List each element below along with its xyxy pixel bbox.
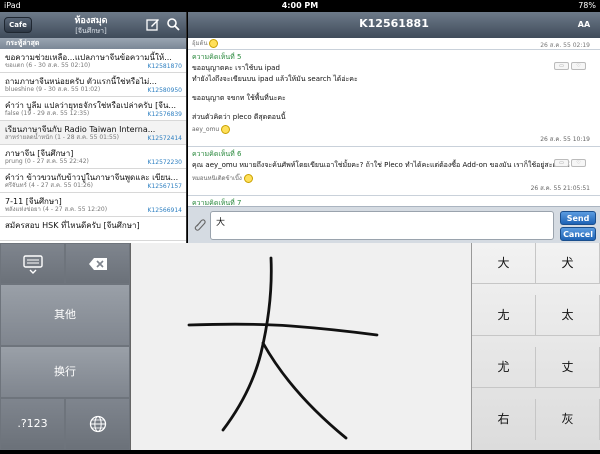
comment-line: คุณ aey_omu หมายถึงจะค้นศัพท์โดยเขียนเอา…	[192, 161, 570, 169]
paperclip-icon[interactable]	[194, 218, 206, 232]
message-list: อุ้มต้น 26 ส.ค. 55 02:19 ความคิดเห็นที่ …	[188, 38, 600, 206]
thread-item[interactable]: 7-11 [จีนศึกษา] พลังแห่งข่อยา (4 - 27 ส.…	[0, 193, 186, 217]
comment-line: ขออนุญาตคะ เราใช้บน ipad	[192, 64, 280, 72]
vote-icon[interactable]: ♡	[571, 62, 586, 70]
search-icon[interactable]	[166, 17, 180, 31]
candidate-char[interactable]: 灰	[536, 399, 600, 440]
thread-meta: false (19 - 29 ส.ค. 55 12:35)	[5, 110, 90, 117]
thread-id: K12567157	[147, 183, 182, 190]
thread-id: K12572230	[147, 159, 182, 166]
comment-user-row: หมอนหนิเติดข้าเบิ๊ง	[192, 173, 596, 183]
thread-meta: blueshine (9 - 30 ส.ค. 55 01:02)	[5, 86, 101, 93]
comment-date: 26 ส.ค. 55 21:05:51	[530, 185, 590, 192]
right-nav-bar: K12561881 AA	[188, 12, 600, 38]
handwriting-canvas[interactable]	[130, 243, 472, 450]
thread-list: ขอความช่วยเหลือ...แปลภาษาจีนข้อความนี้ให…	[0, 49, 186, 241]
comment-line: ส่วนตัวคิดว่า pleco ดีสุดตอนนี้	[192, 113, 286, 121]
handwriting-keyboard: 其他 换行 .?123 大 犬 尢 太 尤 丈 右 灰	[0, 243, 600, 450]
battery-label: 78%	[578, 1, 596, 10]
hide-keyboard-key[interactable]	[0, 243, 65, 284]
comment-line: ทำยังไงถึงจะเขียนบน ipad แล้วให้มัน sear…	[192, 75, 358, 83]
thread-id: K12572414	[147, 135, 182, 142]
status-bar: iPad 4:00 PM 78%	[0, 0, 600, 12]
keyboard-function-keys: 其他 换行 .?123	[0, 243, 130, 450]
globe-key[interactable]	[65, 398, 130, 450]
candidate-char[interactable]: 丈	[536, 347, 600, 388]
delete-icon	[88, 258, 107, 270]
reply-icon[interactable]: ▭	[554, 62, 569, 70]
comment: ความคิดเห็นที่ 7	[188, 196, 600, 206]
thread-item[interactable]: ภาษาจีน [จีนศึกษา] prung (0 - 27 ส.ค. 55…	[0, 145, 186, 169]
globe-icon	[89, 415, 106, 433]
room-subtitle: [จีนศึกษา]	[75, 27, 107, 35]
thread-item[interactable]: คำว่า ข้าวขวนกับข้าวปูในภาษาจีนพูดและ เข…	[0, 169, 186, 193]
thread-list-pane: Cafe ห้องสมุด [จีนศึกษา] กระทู้ล่าสุด ขอ…	[0, 12, 187, 243]
thread-detail-pane: K12561881 AA อุ้มต้น 26 ส.ค. 55 02:19 คว…	[188, 12, 600, 243]
thread-id-title: K12561881	[359, 17, 429, 30]
thread-item[interactable]: คำว่า บูลีม แปลว่ายุทธจักรใช่หรือเปล่าคร…	[0, 97, 186, 121]
candidate-char[interactable]: 右	[472, 399, 536, 440]
hide-keyboard-icon	[22, 255, 43, 274]
smiley-icon	[221, 125, 231, 134]
reply-icon[interactable]: ▭	[554, 159, 569, 167]
handwriting-stroke	[187, 256, 379, 440]
candidate-char[interactable]: 犬	[536, 243, 600, 284]
comment-actions: ▭ ♡	[552, 52, 592, 70]
comment: ความคิดเห็นที่ 5 ▭ ♡ ขออนุญาตคะ เราใช้บน …	[188, 50, 600, 147]
comment-user: หมอนหนิเติดข้าเบิ๊ง	[192, 175, 242, 182]
comment-header: ความคิดเห็นที่ 7	[192, 199, 242, 206]
thread-meta: พลังแห่งข่อยา (4 - 27 ส.ค. 55 12:20)	[5, 206, 108, 213]
comment-header: ความคิดเห็นที่ 5	[192, 53, 242, 61]
thread-item[interactable]: ขอความช่วยเหลือ...แปลภาษาจีนข้อความนี้ให…	[0, 49, 186, 73]
clock: 4:00 PM	[281, 1, 319, 10]
other-key[interactable]: 其他	[0, 284, 130, 346]
candidate-char[interactable]: 大	[472, 243, 536, 284]
delete-key[interactable]	[65, 243, 130, 284]
candidate-char[interactable]: 太	[536, 295, 600, 336]
thread-meta: สาหร่ายลดน้ำหนัก (1 - 28 ส.ค. 55 01:55)	[5, 134, 119, 141]
candidate-char[interactable]: 尢	[472, 295, 536, 336]
comment-line: ขออนุญาต จขกท ใช้พื้นที่นะคะ	[192, 94, 286, 102]
thread-item[interactable]: ถามภาษาจีนหน่อยครับ ตัวแรกนี้ใช่หรือไม่.…	[0, 73, 186, 97]
cancel-button[interactable]: Cancel	[560, 227, 596, 241]
message-footer-previous: อุ้มต้น 26 ส.ค. 55 02:19	[188, 38, 600, 50]
reply-input[interactable]: 大	[210, 211, 554, 240]
thread-item[interactable]: สมัครสอบ HSK ที่ไหนดีครับ [จีนศึกษา]	[0, 217, 186, 241]
comment-actions: ▭ ♡	[552, 149, 592, 167]
font-size-button[interactable]: AA	[574, 18, 594, 32]
comment-user: aey_omu	[192, 126, 220, 133]
comment-date: 26 ส.ค. 55 02:19	[540, 42, 590, 49]
thread-id: K12580950	[147, 87, 182, 94]
candidate-grid: 大 犬 尢 太 尤 丈 右 灰	[472, 243, 600, 450]
newline-key[interactable]: 换行	[0, 346, 130, 398]
reply-composer: 大 Send Cancel	[188, 206, 600, 243]
section-header: กระทู้ล่าสุด	[0, 38, 186, 49]
numbers-key[interactable]: .?123	[0, 398, 65, 450]
left-nav-bar: Cafe ห้องสมุด [จีนศึกษา]	[0, 12, 186, 38]
comment-date: 26 ส.ค. 55 10:19	[540, 136, 590, 143]
comment-user-row: aey_omu	[192, 125, 596, 134]
thread-id: K12581870	[147, 63, 182, 70]
thread-meta: prung (0 - 27 ส.ค. 55 22:42)	[5, 158, 89, 165]
comment-header: ความคิดเห็นที่ 6	[192, 150, 242, 158]
thread-id: K12566914	[147, 207, 182, 214]
room-title: ห้องสมุด	[74, 16, 108, 26]
thread-meta: ขอแตก (6 - 30 ส.ค. 55 02:10)	[5, 62, 91, 69]
comment-user: อุ้มต้น	[192, 40, 208, 47]
thread-id: K12576839	[147, 111, 182, 118]
smiley-icon	[243, 174, 253, 183]
vote-icon[interactable]: ♡	[571, 159, 586, 167]
smiley-icon	[209, 39, 219, 48]
send-button[interactable]: Send	[560, 211, 596, 225]
thread-title: สมัครสอบ HSK ที่ไหนดีครับ [จีนศึกษา]	[5, 221, 140, 230]
compose-icon[interactable]	[146, 17, 160, 31]
cafe-button[interactable]: Cafe	[4, 17, 32, 33]
thread-item-selected[interactable]: เรียนภาษาจีนกับ Radio Taiwan Interna... …	[0, 121, 186, 145]
thread-meta: ศรีจันทร์ (4 - 27 ส.ค. 55 01:26)	[5, 182, 93, 189]
comment: ความคิดเห็นที่ 6 ▭ ♡ คุณ aey_omu หมายถึงจ…	[188, 147, 600, 196]
candidate-char[interactable]: 尤	[472, 347, 536, 388]
